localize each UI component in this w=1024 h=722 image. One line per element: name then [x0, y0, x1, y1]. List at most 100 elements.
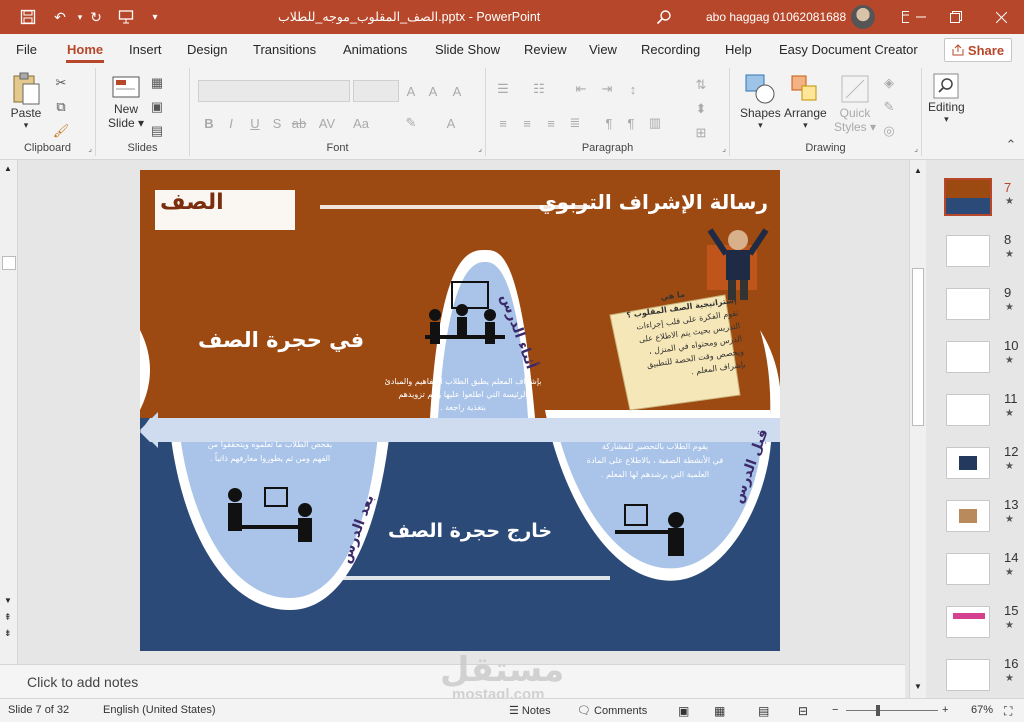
quick-styles-button[interactable]: Quick Styles ▾ — [834, 72, 876, 134]
underline-icon[interactable]: U — [246, 114, 264, 132]
reset-icon[interactable]: ▣ — [148, 98, 166, 116]
shape-fill-icon[interactable]: ◈ — [880, 74, 898, 92]
font-launcher-icon[interactable]: ⌟ — [478, 144, 482, 153]
smartart-icon[interactable]: ⊞ — [692, 124, 710, 142]
tab-file[interactable]: File — [16, 42, 37, 57]
notes-placeholder[interactable]: Click to add notes — [27, 674, 138, 690]
section-icon[interactable]: ▤ — [148, 122, 166, 140]
cut-icon[interactable]: ✂ — [52, 74, 70, 92]
copy-icon[interactable]: ⧉ — [52, 98, 70, 116]
editing-button[interactable]: Editing ▾ — [928, 72, 965, 125]
paste-button[interactable]: Paste ▾ — [10, 72, 42, 131]
clear-formatting-icon[interactable]: A — [448, 82, 466, 100]
thumbnail-16[interactable] — [946, 659, 990, 691]
increase-indent-icon[interactable]: ⇥ — [598, 80, 616, 98]
tab-easy-document-creator[interactable]: Easy Document Creator — [779, 42, 918, 57]
ltr-icon[interactable]: ¶ — [622, 114, 640, 132]
shapes-button[interactable]: Shapes ▾ — [740, 72, 781, 131]
paragraph-launcher-icon[interactable]: ⌟ — [722, 144, 726, 153]
tab-transitions[interactable]: Transitions — [253, 42, 316, 57]
tab-view[interactable]: View — [589, 42, 617, 57]
font-name-combo[interactable] — [198, 80, 350, 102]
bullets-icon[interactable]: ☰ — [494, 80, 512, 98]
highlight-icon[interactable]: ✎ — [402, 114, 420, 132]
tab-insert[interactable]: Insert — [129, 42, 162, 57]
avatar[interactable] — [851, 5, 875, 29]
search-icon[interactable] — [654, 7, 674, 27]
tab-recording[interactable]: Recording — [641, 42, 700, 57]
italic-icon[interactable]: I — [222, 114, 240, 132]
slideshow-icon[interactable]: ⊟ — [798, 704, 808, 718]
notes-toggle[interactable]: ☰ Notes — [509, 704, 551, 717]
text-direction-icon[interactable]: ⇅ — [692, 76, 710, 94]
thumbnail-7[interactable] — [944, 178, 992, 216]
collapse-ribbon-icon[interactable]: ⌃ — [1002, 136, 1020, 154]
decrease-indent-icon[interactable]: ⇤ — [572, 80, 590, 98]
zoom-slider-thumb[interactable] — [876, 705, 880, 716]
shadow-icon[interactable]: S — [268, 114, 286, 132]
left-scrollbar[interactable]: ▲ ▼ ⇞ ⇟ — [0, 160, 18, 664]
line-spacing-icon[interactable]: ↕ — [624, 80, 642, 98]
shape-effects-icon[interactable]: ◎ — [880, 122, 898, 140]
restore-button[interactable] — [933, 0, 978, 34]
tab-design[interactable]: Design — [187, 42, 227, 57]
zoom-in-icon[interactable]: + — [942, 704, 948, 716]
tab-help[interactable]: Help — [725, 42, 752, 57]
zoom-slider[interactable] — [846, 710, 938, 711]
user-name[interactable]: abo haggag 01062081688 — [706, 10, 846, 24]
tab-home[interactable]: Home — [67, 42, 103, 57]
minimize-button-visible[interactable] — [909, 0, 933, 34]
close-button[interactable] — [978, 0, 1024, 34]
zoom-out-icon[interactable]: − — [832, 704, 838, 716]
strikethrough-icon[interactable]: ab — [290, 114, 308, 132]
reading-view-icon[interactable]: ▤ — [758, 704, 769, 718]
comments-toggle[interactable]: 🗨 Comments — [577, 704, 647, 717]
drawing-launcher-icon[interactable]: ⌟ — [914, 144, 918, 153]
numbering-icon[interactable]: ☷ — [530, 80, 548, 98]
thumbnail-14[interactable] — [946, 553, 990, 585]
present-icon[interactable] — [116, 7, 136, 27]
font-color-icon[interactable]: A — [442, 114, 460, 132]
tab-slide-show[interactable]: Slide Show — [435, 42, 500, 57]
fit-slide-icon[interactable]: ⛶ — [1004, 704, 1012, 719]
decrease-font-icon[interactable]: A — [424, 82, 442, 100]
thumbnail-15[interactable] — [946, 606, 990, 638]
tab-review[interactable]: Review — [524, 42, 567, 57]
change-case-icon[interactable]: Aa — [352, 114, 370, 132]
tab-animations[interactable]: Animations — [343, 42, 407, 57]
align-left-icon[interactable]: ≡ — [494, 114, 512, 132]
arrange-button[interactable]: Arrange ▾ — [784, 72, 827, 131]
spacing-icon[interactable]: AV — [318, 114, 336, 132]
customize-toolbar-icon[interactable]: ▾ — [145, 7, 165, 27]
format-painter-icon[interactable]: 🖌 — [52, 122, 70, 140]
slide-sorter-icon[interactable]: ▦ — [714, 704, 725, 718]
align-center-icon[interactable]: ≡ — [518, 114, 536, 132]
align-text-icon[interactable]: ⬍ — [692, 100, 710, 118]
rtl-icon[interactable]: ¶ — [600, 114, 618, 132]
font-size-combo[interactable] — [353, 80, 399, 102]
shape-outline-icon[interactable]: ✎ — [880, 98, 898, 116]
clipboard-launcher-icon[interactable]: ⌟ — [88, 144, 92, 153]
zoom-level[interactable]: 67% — [971, 704, 993, 716]
share-button[interactable]: Share — [944, 38, 1012, 62]
thumbnail-10[interactable] — [946, 341, 990, 373]
justify-icon[interactable]: ≣ — [566, 114, 584, 132]
thumbnail-13[interactable] — [946, 500, 990, 532]
increase-font-icon[interactable]: A — [402, 82, 420, 100]
undo-icon[interactable]: ↶ — [50, 7, 70, 27]
slide-canvas[interactable]: رسالة الإشراف التربوي الصف في حجرة الصف … — [140, 170, 780, 651]
align-right-icon[interactable]: ≡ — [542, 114, 560, 132]
save-icon[interactable] — [18, 7, 38, 27]
right-scrollbar[interactable]: ▲ ▼ — [909, 160, 926, 698]
thumbnail-11[interactable] — [946, 394, 990, 426]
bold-icon[interactable]: B — [200, 114, 218, 132]
new-slide-button[interactable]: New Slide ▾ — [108, 74, 144, 130]
language-indicator[interactable]: English (United States) — [103, 704, 216, 716]
columns-icon[interactable]: ▥ — [646, 114, 664, 132]
layout-icon[interactable]: ▦ — [148, 74, 166, 92]
normal-view-icon[interactable]: ▣ — [678, 704, 689, 718]
thumbnail-12[interactable] — [946, 447, 990, 479]
thumbnail-9[interactable] — [946, 288, 990, 320]
thumbnail-8[interactable] — [946, 235, 990, 267]
redo-icon[interactable]: ↻ — [86, 7, 106, 27]
